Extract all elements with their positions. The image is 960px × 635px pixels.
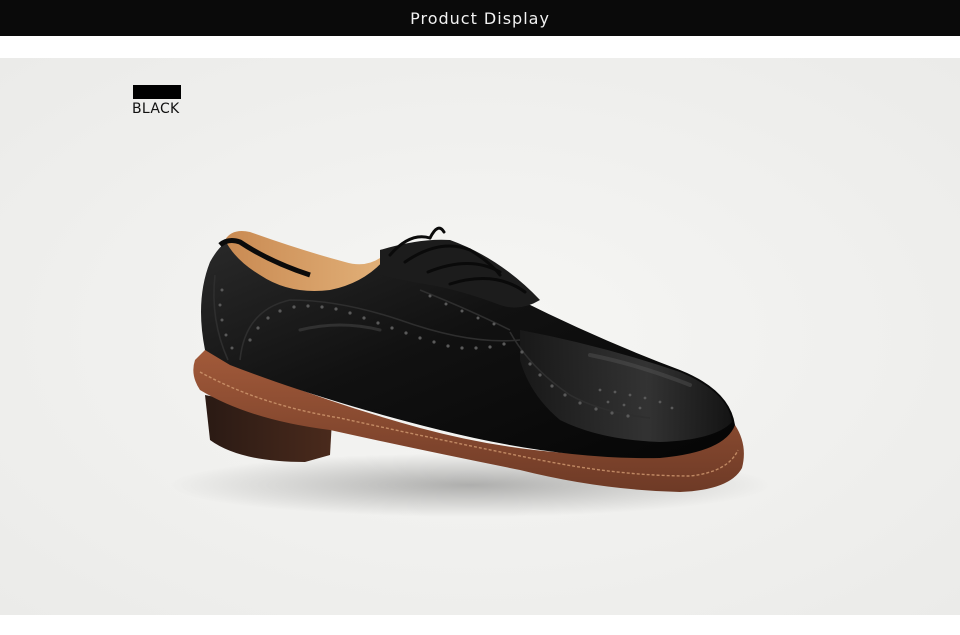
header-bar: Product Display xyxy=(0,0,960,36)
product-photo xyxy=(0,58,960,615)
color-swatch[interactable] xyxy=(133,85,181,99)
color-swatch-label: BLACK xyxy=(132,101,180,117)
oxford-brogue-shoe-icon xyxy=(0,58,960,615)
header-title: Product Display xyxy=(410,8,550,28)
